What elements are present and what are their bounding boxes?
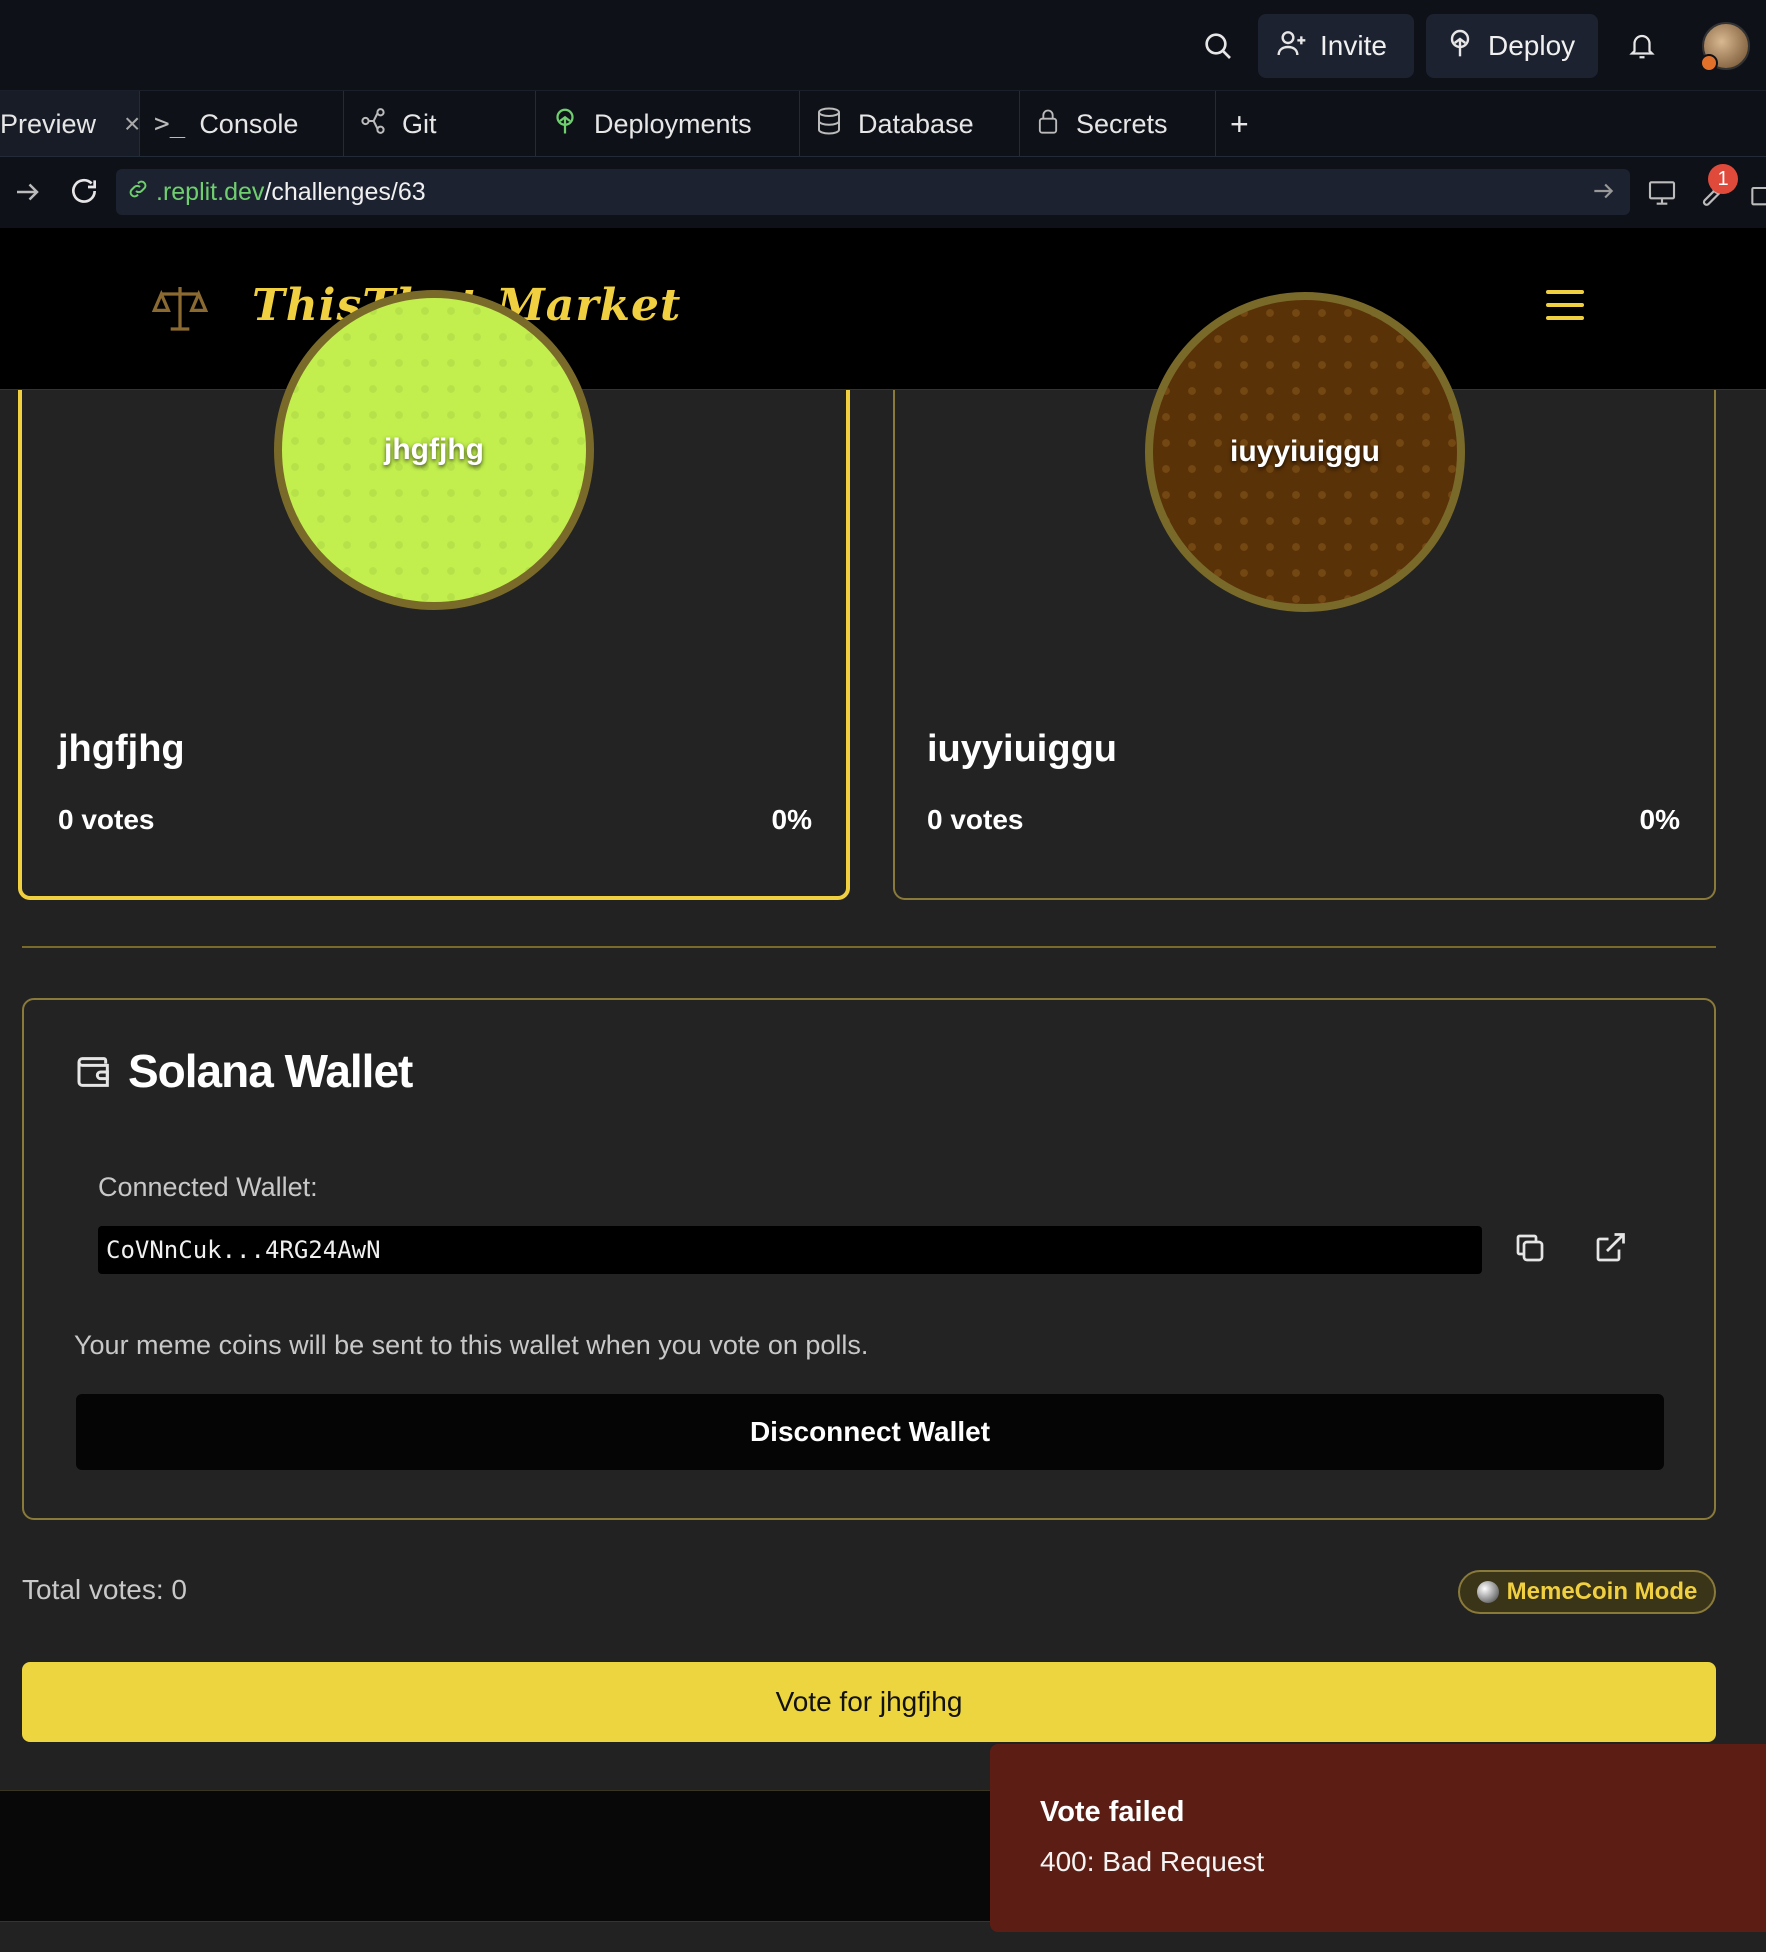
option-percent: 0%	[771, 804, 812, 835]
section-divider	[22, 946, 1716, 948]
search-icon[interactable]	[1196, 24, 1240, 68]
disconnect-wallet-button[interactable]: Disconnect Wallet	[76, 1394, 1664, 1470]
tab-console-label: Console	[199, 108, 299, 139]
menu-icon[interactable]	[1546, 290, 1584, 322]
toast-title: Vote failed	[1040, 1796, 1185, 1828]
coin-icon	[1476, 1581, 1499, 1603]
tab-database[interactable]: Database	[800, 91, 1020, 157]
vote-button[interactable]: Vote for jhgfjhg	[22, 1662, 1716, 1742]
database-icon	[814, 106, 844, 143]
ide-top-bar: Invite Deploy	[0, 0, 1766, 90]
external-link-icon[interactable]	[1592, 1230, 1628, 1271]
url-path: /challenges/63	[264, 177, 426, 206]
tab-preview-label: Preview	[0, 108, 97, 139]
copy-icon[interactable]	[1512, 1230, 1548, 1271]
option-title: iuyyiuiggu	[927, 728, 1117, 770]
option-votes: 0 votes	[58, 804, 155, 835]
tab-git-label: Git	[402, 108, 437, 139]
tab-deployments-label: Deployments	[594, 108, 752, 139]
deploy-label: Deploy	[1488, 30, 1576, 61]
tab-secrets-label: Secrets	[1076, 108, 1168, 139]
url-domain: .replit.dev	[156, 177, 265, 206]
avatar-status-dot	[1700, 54, 1718, 72]
reload-icon[interactable]	[68, 175, 100, 212]
option-circle: jhgfjhg	[274, 290, 594, 610]
wallet-icon	[74, 1052, 114, 1097]
lock-icon	[1034, 106, 1062, 143]
url-input[interactable]: .replit.dev /challenges/63	[116, 169, 1630, 215]
open-external-icon[interactable]	[1748, 181, 1766, 214]
option-card-jhgfjhg[interactable]: jhgfjhg jhgfjhg 0 votes 0%	[18, 290, 850, 900]
new-tab-button[interactable]: +	[1216, 91, 1286, 157]
scales-logo-icon[interactable]	[151, 280, 209, 341]
ide-tab-bar: Preview × >_ Console Git Deployments Dat…	[0, 90, 1766, 157]
forward-arrow-icon[interactable]	[12, 177, 42, 212]
wallet-note: Your meme coins will be sent to this wal…	[74, 1330, 869, 1360]
total-votes: Total votes: 0	[22, 1574, 187, 1605]
wallet-address: CoVNnCuk...4RG24AwN	[98, 1226, 1482, 1274]
option-card-iuyyiuiggu[interactable]: iuyyiuiggu iuyyiuiggu 0 votes 0%	[893, 292, 1716, 900]
memecoin-mode-badge[interactable]: MemeCoin Mode	[1458, 1570, 1716, 1614]
devices-icon[interactable]	[1646, 177, 1678, 214]
tab-secrets[interactable]: Secrets	[1020, 91, 1216, 157]
wallet-title: Solana Wallet	[128, 1045, 413, 1097]
error-toast[interactable]: Vote failed 400: Bad Request	[990, 1744, 1766, 1932]
option-title: jhgfjhg	[58, 728, 185, 770]
go-arrow-icon[interactable]	[1590, 178, 1616, 211]
option-votes: 0 votes	[927, 804, 1024, 835]
wallet-panel: Solana Wallet Connected Wallet: CoVNnCuk…	[22, 998, 1716, 1520]
invite-button[interactable]: Invite	[1258, 14, 1414, 78]
deploy-button[interactable]: Deploy	[1426, 14, 1598, 78]
option-percent: 0%	[1639, 804, 1680, 835]
tab-database-label: Database	[858, 108, 974, 139]
browser-url-bar: .replit.dev /challenges/63	[0, 156, 1766, 228]
tab-git[interactable]: Git	[344, 91, 536, 157]
notification-badge: 1	[1708, 164, 1738, 194]
option-circle: iuyyiuiggu	[1145, 292, 1465, 612]
add-user-icon	[1276, 27, 1308, 66]
avatar[interactable]	[1700, 22, 1750, 72]
link-icon	[126, 177, 150, 208]
terminal-icon: >_	[154, 109, 186, 139]
site-header: ThisThat.Market	[0, 228, 1766, 390]
memecoin-mode-label: MemeCoin Mode	[1506, 1578, 1698, 1605]
git-branch-icon	[358, 106, 388, 143]
invite-label: Invite	[1320, 30, 1387, 61]
tab-deployments[interactable]: Deployments	[536, 91, 800, 157]
tab-console[interactable]: >_ Console	[140, 91, 344, 157]
tab-close-icon[interactable]: ×	[124, 108, 140, 140]
deployments-icon	[550, 106, 580, 143]
toast-message: 400: Bad Request	[1040, 1846, 1265, 1877]
bell-icon[interactable]	[1620, 24, 1664, 68]
tab-preview[interactable]: Preview ×	[0, 91, 140, 157]
connected-wallet-label: Connected Wallet:	[98, 1172, 318, 1202]
deploy-icon	[1444, 27, 1476, 66]
